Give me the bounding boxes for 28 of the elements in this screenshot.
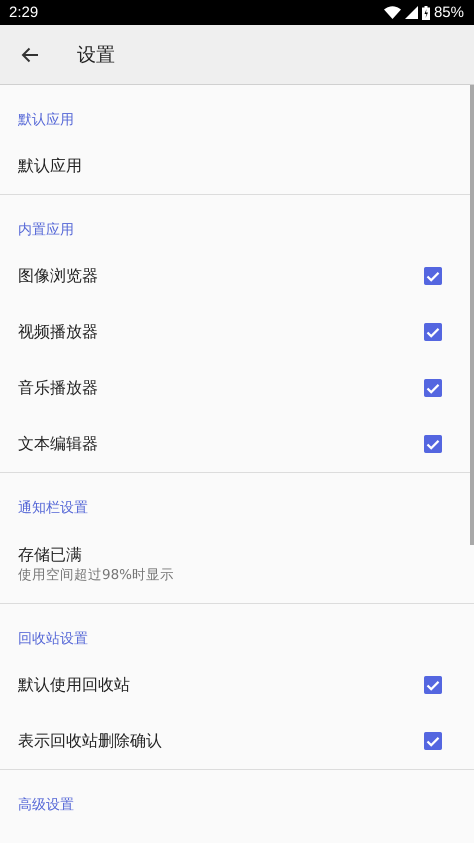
setting-title[interactable]: 默认使用回收站 <box>18 674 424 696</box>
checkbox[interactable] <box>424 267 442 285</box>
screen-title: 设置 <box>77 42 115 68</box>
clock-time: 2:29 <box>9 4 38 21</box>
setting-description: 使用空间超过98%时显示 <box>18 566 176 585</box>
checkbox[interactable] <box>424 676 442 694</box>
setting-title[interactable]: 视频播放器 <box>18 321 424 343</box>
setting-title[interactable]: 音乐播放器 <box>18 377 424 399</box>
checkbox[interactable] <box>424 732 442 750</box>
setting-title[interactable]: 默认应用 <box>18 155 442 177</box>
battery-percent: 85% <box>434 4 464 21</box>
section-header: 内置应用 <box>17 221 75 240</box>
checkbox[interactable] <box>424 379 442 397</box>
checkbox[interactable] <box>424 435 442 453</box>
section-header: 回收站设置 <box>17 630 89 649</box>
signal-icon <box>404 6 418 19</box>
scroll-bar[interactable] <box>470 85 474 545</box>
back-arrow-icon <box>21 46 39 62</box>
battery-icon <box>422 6 430 20</box>
setting-title[interactable]: 存储已满 <box>18 544 442 566</box>
setting-title[interactable]: 文本编辑器 <box>18 433 424 455</box>
section-header: 默认应用 <box>17 111 75 130</box>
checkbox[interactable] <box>424 323 442 341</box>
setting-title[interactable]: 表示回收站删除确认 <box>18 730 424 752</box>
section-header: 高级设置 <box>17 796 75 815</box>
section-header: 通知栏设置 <box>17 499 89 518</box>
setting-title[interactable]: 图像浏览器 <box>18 265 424 287</box>
wifi-icon <box>384 6 401 19</box>
